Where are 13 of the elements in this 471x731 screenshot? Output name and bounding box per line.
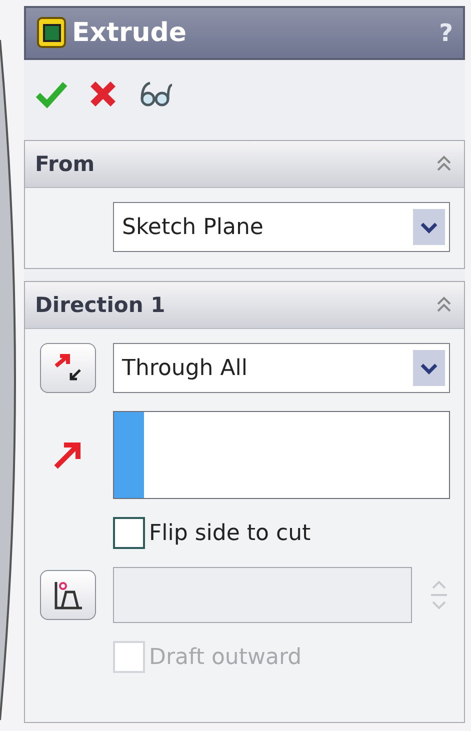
checkbox[interactable] <box>113 517 145 549</box>
dropdown[interactable]: Sketch Plane <box>113 202 450 252</box>
dropdown-caret-icon <box>413 209 445 245</box>
selection-list[interactable] <box>113 411 450 499</box>
extrude-icon <box>36 16 68 50</box>
dropdown-caret-icon <box>413 350 445 386</box>
dropdown[interactable]: Through All <box>113 343 450 393</box>
group-title: From <box>35 152 96 176</box>
checkbox-label: Draft outward <box>149 644 302 670</box>
group-title: Direction 1 <box>35 293 166 317</box>
option-button[interactable] <box>40 570 96 620</box>
checkbox-label: Flip side to cut <box>149 520 311 546</box>
window-title: Extrude <box>72 18 188 48</box>
